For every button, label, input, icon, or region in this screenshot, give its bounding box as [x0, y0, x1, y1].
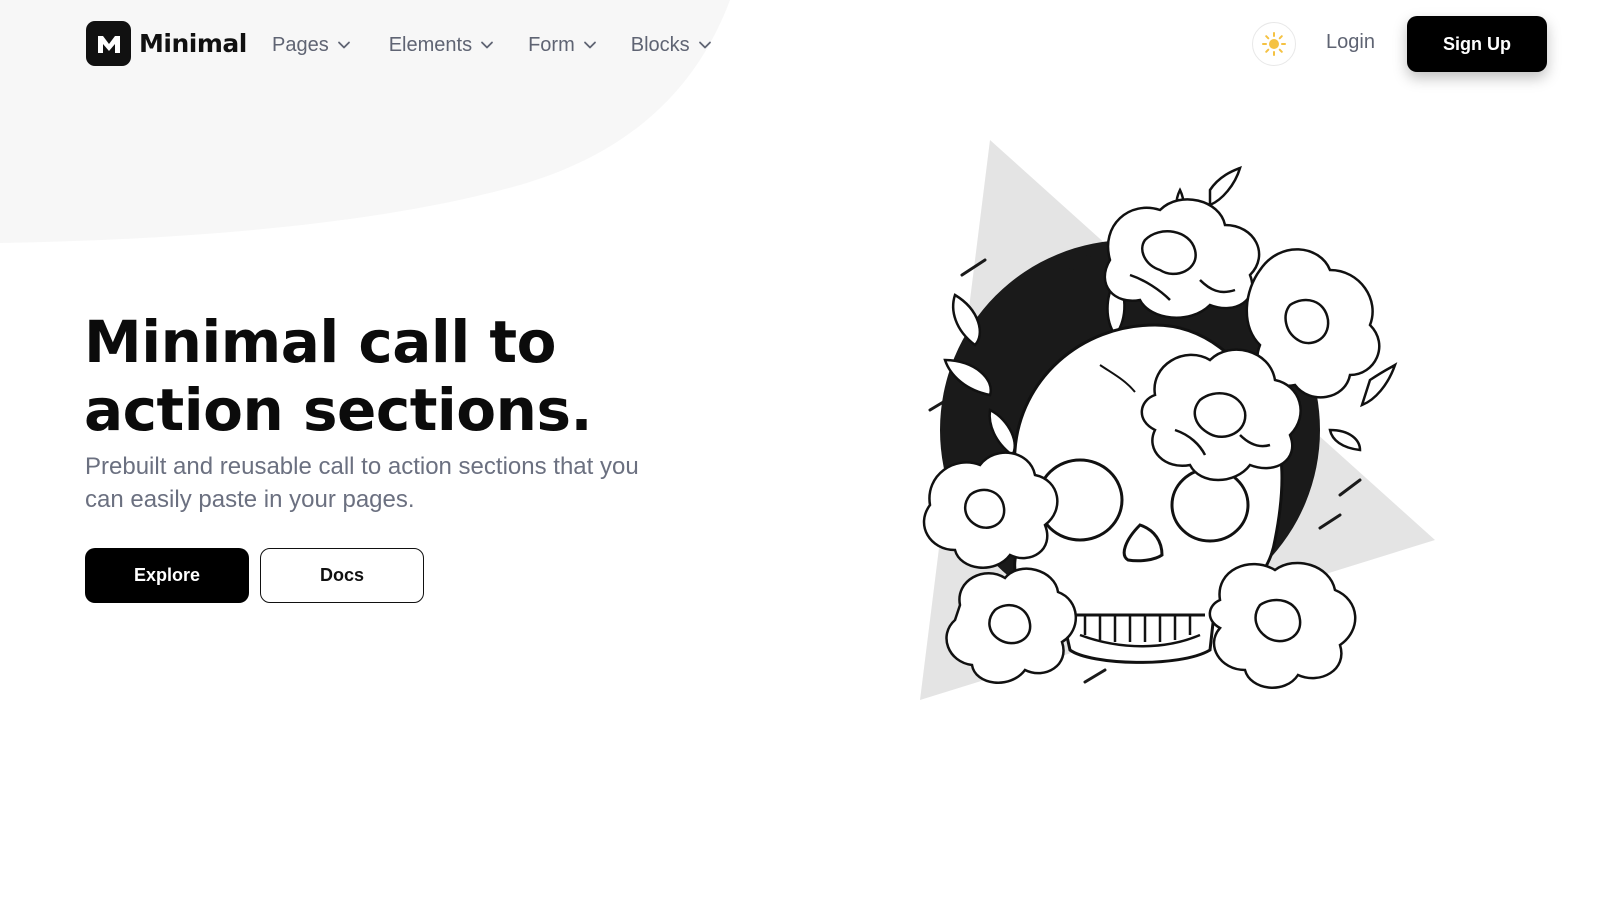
main-nav: Pages Elements Form Blocks	[272, 28, 746, 62]
nav-item-form[interactable]: Form	[528, 34, 597, 57]
hero-title: Minimal call to action sections.	[84, 308, 724, 444]
hero-subtitle-line: can easily paste in your pages.	[85, 486, 415, 513]
logo-mark-icon	[86, 21, 131, 66]
login-link[interactable]: Login	[1326, 31, 1375, 54]
chevron-down-icon	[583, 41, 596, 49]
hero-title-line: action sections.	[84, 376, 593, 444]
explore-button[interactable]: Explore	[85, 548, 249, 603]
nav-item-pages[interactable]: Pages	[272, 34, 351, 57]
nav-item-label: Form	[528, 33, 575, 56]
docs-button[interactable]: Docs	[260, 548, 424, 603]
theme-toggle-button[interactable]	[1252, 22, 1296, 66]
nav-item-elements[interactable]: Elements	[389, 34, 494, 57]
chevron-down-icon	[337, 41, 350, 49]
hero-subtitle-line: Prebuilt and reusable call to action sec…	[85, 453, 639, 480]
hero-title-line: Minimal call to	[84, 308, 556, 376]
landing-page: Minimal Pages Elements Form Blocks Login…	[0, 0, 1607, 902]
brand-name: Minimal	[139, 29, 247, 58]
nav-item-blocks[interactable]: Blocks	[631, 34, 712, 57]
sun-icon	[1262, 32, 1286, 56]
chevron-down-icon	[698, 41, 711, 49]
header: Minimal Pages Elements Form Blocks Login…	[0, 0, 1607, 90]
skull-flowers-illustration	[920, 140, 1435, 700]
chevron-down-icon	[481, 41, 493, 49]
signup-button[interactable]: Sign Up	[1407, 16, 1547, 72]
nav-item-label: Elements	[388, 33, 473, 56]
nav-item-label: Blocks	[630, 33, 690, 56]
brand-logo[interactable]: Minimal	[86, 21, 247, 66]
nav-item-label: Pages	[272, 33, 329, 56]
hero-subtitle: Prebuilt and reusable call to action sec…	[85, 450, 705, 516]
